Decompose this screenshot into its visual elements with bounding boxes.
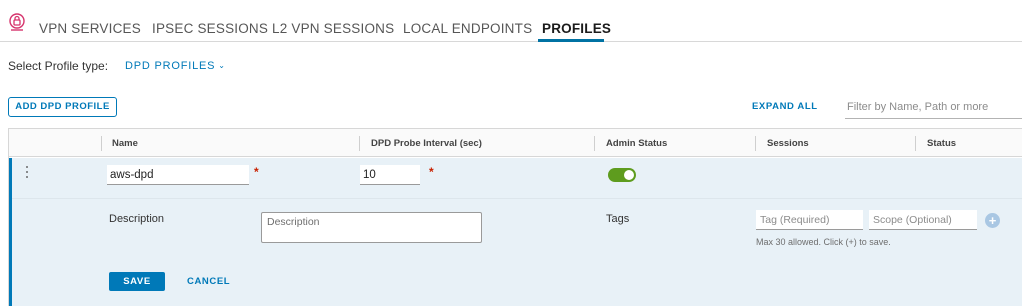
column-separator (915, 136, 916, 151)
description-field[interactable] (261, 212, 482, 243)
column-separator (101, 136, 102, 151)
expand-all-link[interactable]: EXPAND ALL (752, 101, 818, 112)
column-separator (359, 136, 360, 151)
dpd-probe-interval-input[interactable] (360, 165, 420, 185)
lock-shield-icon (8, 13, 26, 31)
column-header-admin-status[interactable]: Admin Status (606, 138, 667, 149)
column-separator (755, 136, 756, 151)
vertical-ellipsis-icon[interactable] (25, 166, 29, 182)
profile-type-dropdown[interactable]: DPD PROFILES ⌄ (125, 60, 226, 72)
tab-l2-vpn-sessions[interactable]: L2 VPN SESSIONS (272, 21, 394, 36)
column-header-name[interactable]: Name (112, 138, 138, 149)
column-header-status[interactable]: Status (927, 138, 956, 149)
tag-hint: Max 30 allowed. Click (+) to save. (756, 237, 891, 247)
active-tab-indicator (538, 39, 604, 42)
tab-bar: VPN SERVICES IPSEC SESSIONS L2 VPN SESSI… (0, 0, 1022, 42)
description-label: Description (109, 213, 165, 225)
cancel-button[interactable]: CANCEL (187, 276, 230, 287)
edit-row: * * Description Tags + Max 30 allowed. C… (9, 158, 1022, 306)
column-separator (594, 136, 595, 151)
column-header-sessions[interactable]: Sessions (767, 138, 809, 149)
profiles-grid: Name DPD Probe Interval (sec) Admin Stat… (8, 128, 1022, 306)
tags-label: Tags (606, 213, 630, 225)
add-dpd-profile-button[interactable]: ADD DPD PROFILE (8, 97, 117, 117)
toggle-knob (624, 170, 634, 180)
profile-type-value: DPD PROFILES (125, 60, 216, 72)
scope-input[interactable] (869, 210, 977, 230)
grid-header: Name DPD Probe Interval (sec) Admin Stat… (9, 129, 1022, 157)
plus-circle-icon[interactable]: + (985, 213, 1000, 228)
chevron-down-icon: ⌄ (218, 61, 226, 70)
column-header-dpd-probe-interval[interactable]: DPD Probe Interval (sec) (371, 138, 482, 149)
tab-ipsec-sessions[interactable]: IPSEC SESSIONS (152, 21, 268, 36)
tab-local-endpoints[interactable]: LOCAL ENDPOINTS (403, 21, 532, 36)
admin-status-toggle[interactable] (608, 168, 636, 182)
tab-profiles[interactable]: PROFILES (542, 21, 611, 36)
name-input[interactable] (107, 165, 249, 185)
profile-type-label: Select Profile type: (8, 59, 109, 73)
row-divider (12, 198, 1022, 199)
tag-input[interactable] (756, 210, 863, 230)
save-button[interactable]: SAVE (109, 272, 165, 291)
filter-input[interactable] (845, 95, 1022, 119)
tab-vpn-services[interactable]: VPN SERVICES (39, 21, 141, 36)
required-marker: * (429, 165, 434, 179)
required-marker: * (254, 165, 259, 179)
